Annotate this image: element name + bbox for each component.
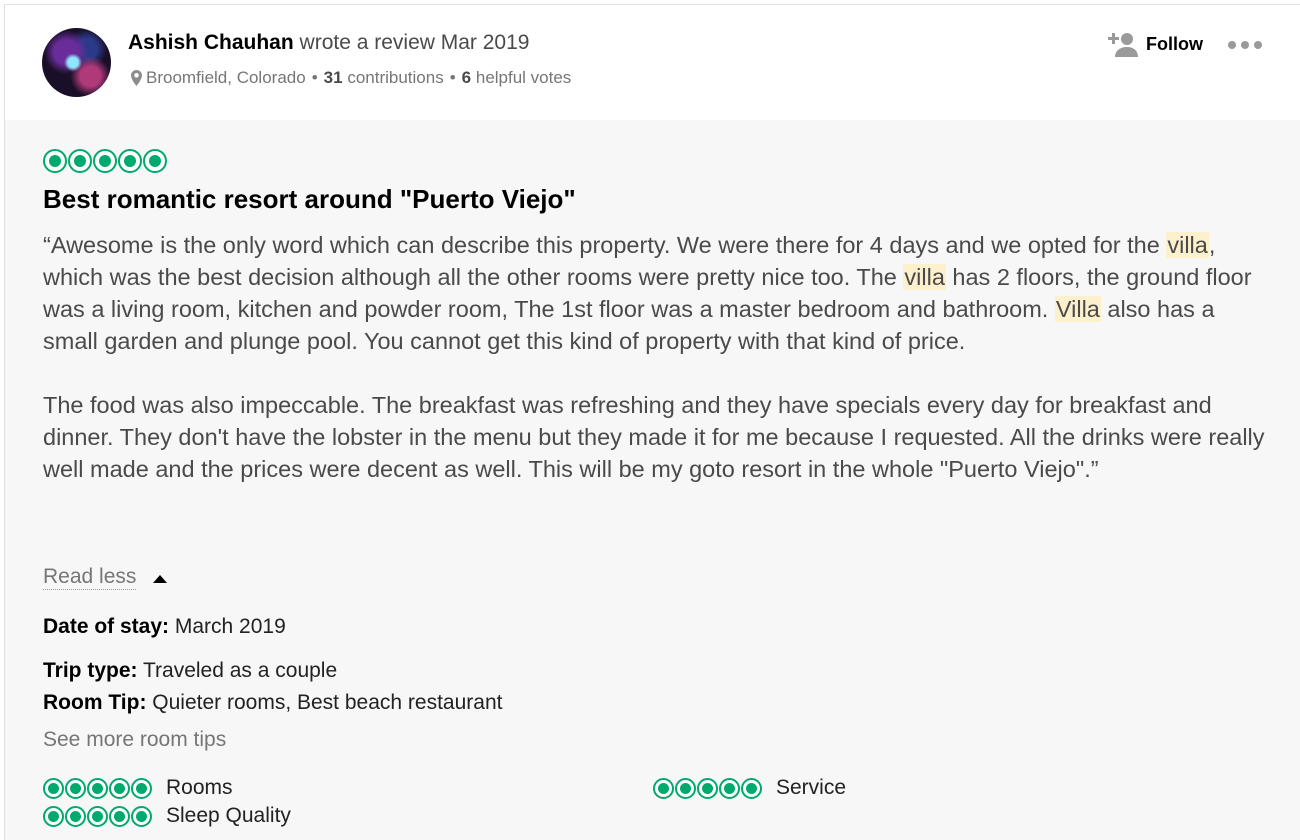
separator-dot: • [311,68,318,87]
rating-bubble-icon [87,777,108,799]
sub-rating-service: Service [653,776,846,800]
date-value: March 2019 [174,615,286,638]
follow-label: Follow [1146,33,1203,54]
rating-bubble-icon [719,777,740,799]
review-paragraph: “Awesome is the only word which can desc… [43,229,1268,357]
reviewer-line: Ashish Chauhan wrote a review Mar 2019 [128,31,529,55]
rating-bubble-icon [143,149,167,173]
rating-bubble-icon [93,149,117,173]
more-dot [1241,41,1249,49]
follow-button[interactable]: Follow [1108,31,1203,57]
helpful-label: helpful votes [475,68,572,87]
reviewer-name[interactable]: Ashish Chauhan [128,31,294,54]
rating-bubble-icon [131,777,152,799]
sub-rating-label: Sleep Quality [166,804,291,827]
reviewer-meta: Broomfield, Colorado • 31 contributions … [131,68,571,88]
rating-bubble-icon [87,805,108,827]
trip-type: Trip type: Traveled as a couple [43,659,337,683]
date-of-stay: Date of stay: March 2019 [43,615,286,639]
contributions-label: contributions [347,68,444,87]
rating-bubble-icon [653,777,674,799]
reviewer-location: Broomfield, Colorado [146,68,306,87]
rating-bubble-icon [109,777,130,799]
sub-rating-label: Rooms [166,776,233,799]
caret-up-icon[interactable] [153,575,167,583]
map-pin-icon [131,70,142,86]
more-dot [1254,41,1262,49]
trip-label: Trip type: [43,659,138,682]
rating-bubble-icon [109,805,130,827]
contributions-count: 31 [323,68,343,87]
sub-rating-rooms: Rooms [43,776,233,800]
tip-value: Quieter rooms, Best beach restaurant [152,691,503,714]
rating-bubble-icon [675,777,696,799]
tip-label: Room Tip: [43,691,147,714]
keyword-highlight: villa [903,264,946,290]
sub-rating-bubbles [43,777,152,799]
more-options-icon[interactable] [1228,35,1262,55]
rating-bubble-icon [697,777,718,799]
rating-bubble-icon [43,777,64,799]
review-text: “Awesome is the only word which can desc… [43,229,1268,485]
rating-bubble-icon [65,805,86,827]
review-rating [43,149,167,173]
rating-bubble-icon [131,805,152,827]
avatar[interactable] [42,28,111,97]
keyword-highlight: Villa [1054,296,1101,322]
helpful-count: 6 [461,68,472,87]
date-label: Date of stay: [43,615,170,638]
separator-dot: • [449,68,456,87]
review-action: wrote a review Mar 2019 [299,31,530,54]
see-more-room-tips-link[interactable]: See more room tips [43,728,226,752]
review-header: Ashish Chauhan wrote a review Mar 2019 B… [5,5,1300,120]
review-paragraph: The food was also impeccable. The breakf… [43,392,1265,482]
sub-rating-bubbles [653,777,762,799]
keyword-highlight: villa [1166,232,1209,258]
review-card: Ashish Chauhan wrote a review Mar 2019 B… [4,4,1300,840]
read-less-link[interactable]: Read less [43,565,137,590]
text-span: “Awesome is the only word which can desc… [43,232,1167,258]
rating-bubble-icon [118,149,142,173]
rating-bubble-icon [43,149,67,173]
sub-rating-bubbles [43,805,152,827]
sub-rating-sleep-quality: Sleep Quality [43,804,291,828]
room-tip: Room Tip: Quieter rooms, Best beach rest… [43,691,502,715]
rating-bubble-icon [68,149,92,173]
rating-bubble-icon [43,805,64,827]
rating-bubble-icon [741,777,762,799]
review-title[interactable]: Best romantic resort around "Puerto Viej… [43,184,576,215]
more-dot [1228,41,1236,49]
rating-bubble-icon [65,777,86,799]
trip-value: Traveled as a couple [142,659,338,682]
sub-rating-label: Service [776,776,847,799]
review-body: Best romantic resort around "Puerto Viej… [5,120,1300,840]
add-user-icon [1108,33,1138,57]
